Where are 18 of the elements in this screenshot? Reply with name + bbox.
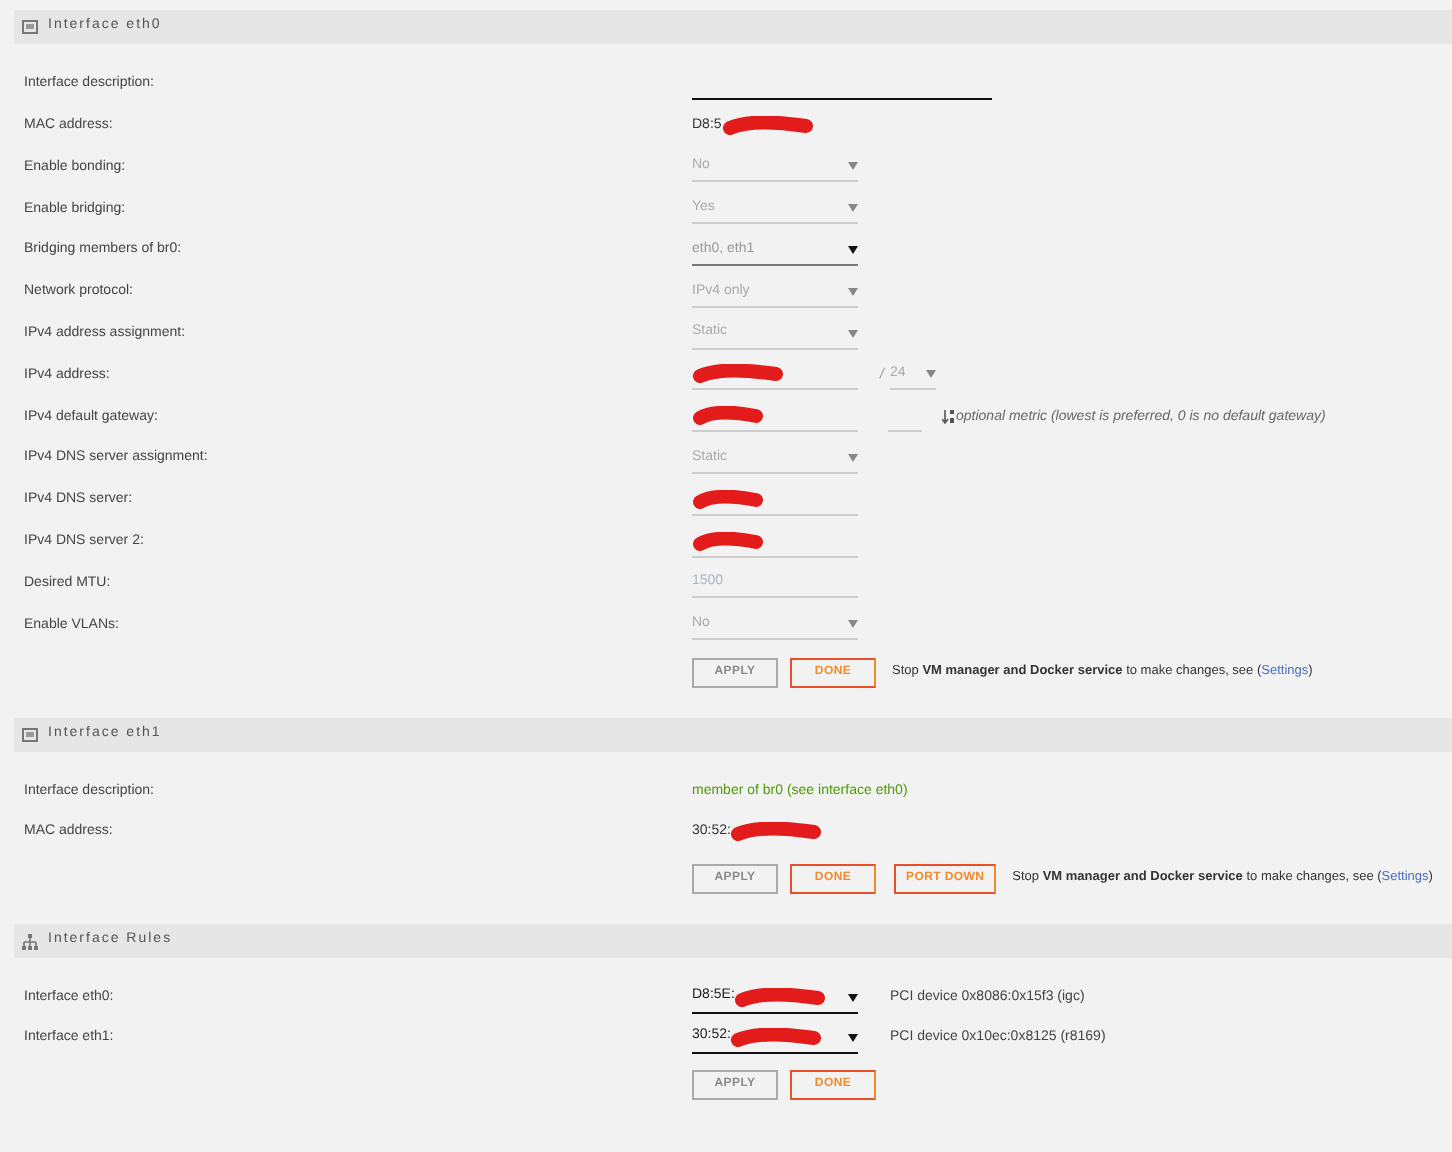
caret-icon: [848, 162, 858, 171]
input-field[interactable]: [692, 360, 858, 391]
caret-icon: [848, 204, 858, 213]
caret-icon: [848, 993, 858, 1002]
caret-icon: [848, 287, 858, 296]
caret-icon: [848, 329, 858, 338]
input-field[interactable]: [692, 402, 858, 433]
network-card-icon: [22, 20, 38, 34]
input-field[interactable]: [692, 527, 858, 558]
input-field[interactable]: [692, 485, 858, 516]
caret-icon: [848, 454, 858, 463]
network-card-icon: [22, 728, 38, 743]
caret-icon: [925, 370, 936, 379]
sort-icon: [942, 410, 954, 425]
network-tree-icon: [22, 933, 38, 950]
caret-icon: [848, 246, 858, 255]
caret-icon: [848, 620, 858, 629]
caret-icon: [848, 1033, 858, 1042]
